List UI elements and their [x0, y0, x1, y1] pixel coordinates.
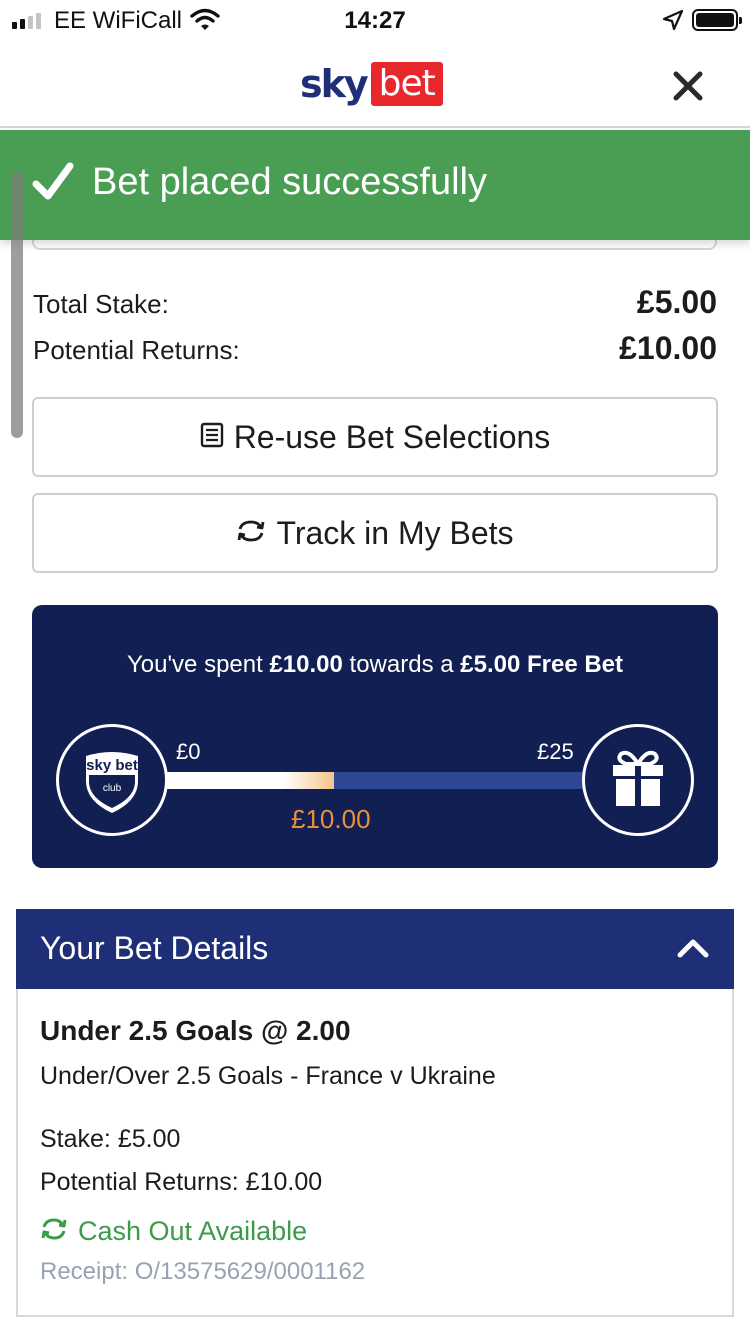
chevron-up-icon[interactable] [676, 937, 710, 964]
potential-returns-value: £10.00 [619, 330, 717, 366]
club-spent-amount: £10.00 [269, 651, 343, 678]
cash-out-link[interactable]: Cash Out Available [40, 1216, 307, 1247]
success-message: Bet placed successfully [92, 161, 487, 203]
club-progress-text: You've spent £10.00 towards a £5.00 Free… [32, 651, 718, 679]
club-badge-title: sky bet [86, 757, 138, 774]
progress-current-label: £10.00 [291, 804, 371, 834]
reuse-selections-button[interactable]: Re-use Bet Selections [32, 397, 718, 477]
total-stake-value: £5.00 [636, 284, 717, 320]
track-in-my-bets-button[interactable]: Track in My Bets [32, 493, 718, 573]
location-arrow-icon [662, 9, 684, 36]
close-button[interactable] [668, 66, 708, 106]
bet-market: Under/Over 2.5 Goals - France v Ukraine [40, 1062, 496, 1090]
bet-details-title: Your Bet Details [40, 930, 269, 966]
app-header: sky bet [0, 40, 750, 128]
checkmark-icon [32, 162, 74, 207]
potential-returns-label: Potential Returns: [33, 335, 240, 365]
total-stake-label: Total Stake: [33, 289, 169, 319]
status-bar: EE WiFiCall 14:27 [0, 0, 750, 40]
club-reward: £5.00 Free Bet [460, 651, 624, 678]
scrollbar[interactable] [11, 172, 23, 438]
cash-out-icon [40, 1217, 68, 1246]
club-progress-panel: You've spent £10.00 towards a £5.00 Free… [32, 605, 718, 868]
total-stake-row: Total Stake: £5.00 [33, 284, 717, 321]
club-text-part1: You've spent [126, 651, 270, 678]
refresh-arrows-icon [236, 518, 266, 549]
gift-icon [613, 750, 663, 806]
club-text-part2: towards a [342, 651, 461, 678]
bet-receipt: Receipt: O/13575629/0001162 [40, 1258, 366, 1285]
club-shield-icon: sky bet club [86, 752, 138, 813]
progress-max-label: £25 [537, 739, 574, 764]
free-bet-gift-badge [582, 724, 694, 836]
bet-details-body: Under 2.5 Goals @ 2.00 Under/Over 2.5 Go… [16, 989, 734, 1317]
bet-potential-returns: Potential Returns: £10.00 [40, 1168, 323, 1196]
club-progress-bar [166, 772, 586, 789]
bet-details-header[interactable]: Your Bet Details [16, 909, 734, 989]
battery-icon [692, 9, 742, 31]
club-progress-fill [166, 772, 334, 789]
cash-out-label: Cash Out Available [78, 1216, 308, 1246]
progress-min-label: £0 [176, 739, 201, 764]
reuse-selections-label: Re-use Bet Selections [233, 418, 551, 455]
club-badge-subtitle: club [103, 783, 122, 794]
bet-selection-title: Under 2.5 Goals @ 2.00 [40, 1015, 351, 1046]
bet-stake: Stake: £5.00 [40, 1125, 181, 1153]
logo-bet-text: bet [370, 62, 443, 106]
close-icon [673, 71, 703, 101]
sky-bet-club-badge: sky bet club [56, 724, 168, 836]
potential-returns-row: Potential Returns: £10.00 [33, 330, 717, 367]
sky-bet-logo: sky bet [300, 62, 443, 106]
logo-sky-text: sky [300, 62, 369, 106]
document-list-icon [200, 422, 224, 453]
clock: 14:27 [344, 7, 406, 34]
track-in-my-bets-label: Track in My Bets [276, 514, 514, 551]
success-banner: Bet placed successfully [0, 130, 750, 240]
